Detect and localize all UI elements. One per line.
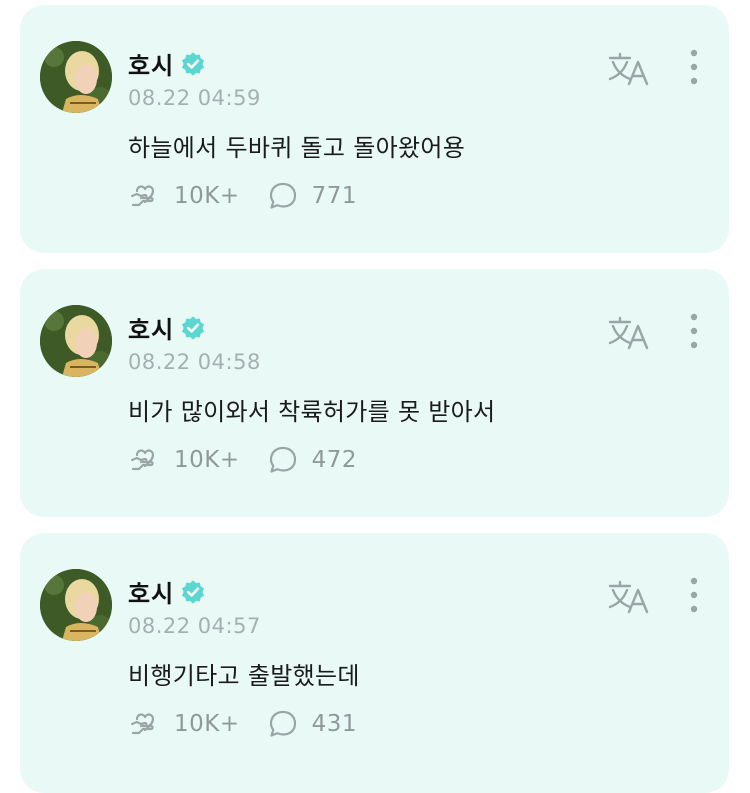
like-button[interactable]: 10K+: [128, 707, 240, 741]
comment-button[interactable]: 472: [266, 443, 357, 477]
more-options-button[interactable]: [682, 45, 706, 89]
post-text: 하늘에서 두바퀴 돌고 돌아왔어용: [128, 134, 466, 162]
heart-hand-icon: [130, 449, 155, 471]
post-text: 비행기타고 출발했는데: [128, 662, 360, 690]
translate-icon: [608, 580, 649, 614]
verified-badge-icon: [182, 316, 205, 339]
translate-button[interactable]: [606, 313, 650, 353]
more-vertical-icon: [690, 577, 698, 613]
avatar[interactable]: [40, 41, 112, 113]
post-card[interactable]: 호시 08.22 04:59 하늘에서 두바퀴 돌고 돌아왔어용 10K+ 77…: [20, 5, 729, 253]
like-button[interactable]: 10K+: [128, 443, 240, 477]
post-actions: 10K+ 431: [128, 707, 383, 741]
like-button[interactable]: 10K+: [128, 179, 240, 213]
like-count: 10K+: [174, 711, 240, 737]
comment-bubble-icon: [269, 710, 296, 737]
comment-count: 431: [311, 711, 358, 737]
post-card[interactable]: 호시 08.22 04:57 비행기타고 출발했는데 10K+ 431: [20, 533, 729, 793]
post-actions: 10K+ 771: [128, 179, 383, 213]
comment-button[interactable]: 771: [266, 179, 357, 213]
post-timestamp: 08.22 04:57: [128, 614, 261, 638]
author-name[interactable]: 호시: [128, 310, 174, 345]
author-name[interactable]: 호시: [128, 574, 174, 609]
author-row: 호시: [128, 574, 206, 609]
more-vertical-icon: [690, 313, 698, 349]
post-actions: 10K+ 472: [128, 443, 383, 477]
translate-button[interactable]: [606, 577, 650, 617]
like-count: 10K+: [174, 183, 240, 209]
comment-bubble-icon: [269, 446, 296, 473]
comment-button[interactable]: 431: [266, 707, 357, 741]
post-timestamp: 08.22 04:59: [128, 86, 261, 110]
author-row: 호시: [128, 46, 206, 81]
avatar[interactable]: [40, 569, 112, 641]
author-row: 호시: [128, 310, 206, 345]
verified-badge-icon: [182, 580, 205, 603]
translate-button[interactable]: [606, 49, 650, 89]
comment-bubble-icon: [269, 182, 296, 209]
post-card[interactable]: 호시 08.22 04:58 비가 많이와서 착륙허가를 못 받아서 10K+ …: [20, 269, 729, 517]
comment-count: 472: [311, 447, 358, 473]
heart-hand-icon: [130, 713, 155, 735]
more-vertical-icon: [690, 49, 698, 85]
verified-badge-icon: [182, 52, 205, 75]
translate-icon: [608, 52, 649, 86]
like-count: 10K+: [174, 447, 240, 473]
more-options-button[interactable]: [682, 573, 706, 617]
post-text: 비가 많이와서 착륙허가를 못 받아서: [128, 398, 496, 426]
heart-hand-icon: [130, 185, 155, 207]
author-name[interactable]: 호시: [128, 46, 174, 81]
avatar[interactable]: [40, 305, 112, 377]
translate-icon: [608, 316, 649, 350]
post-timestamp: 08.22 04:58: [128, 350, 261, 374]
post-feed: 호시 08.22 04:59 하늘에서 두바퀴 돌고 돌아왔어용 10K+ 77…: [0, 0, 750, 793]
comment-count: 771: [311, 183, 358, 209]
more-options-button[interactable]: [682, 309, 706, 353]
